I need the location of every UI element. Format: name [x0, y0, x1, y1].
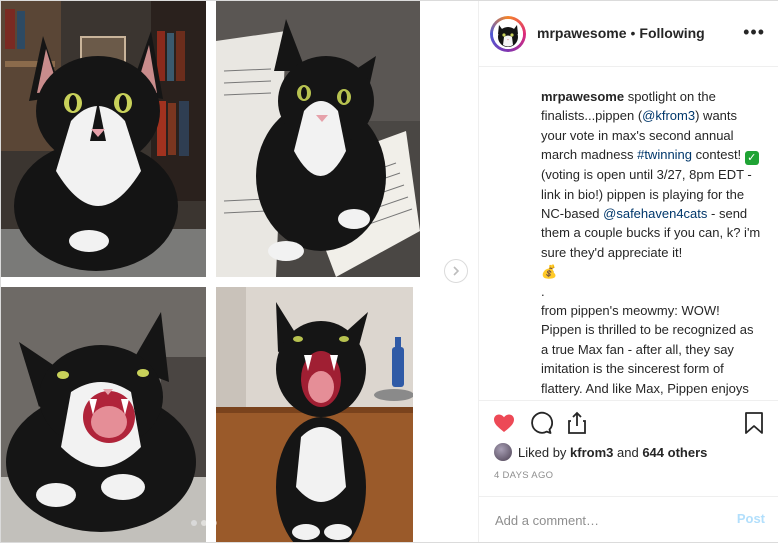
post-actions: Liked by kfrom3 and 644 others 4 DAYS AG…	[479, 400, 778, 542]
bookmark-icon[interactable]	[742, 411, 766, 435]
cat-avatar-icon	[493, 19, 523, 49]
carousel-next-button[interactable]	[444, 259, 468, 283]
post-media-collage[interactable]	[1, 1, 477, 542]
carousel-dot-2	[201, 520, 207, 526]
likes-middle: and	[613, 444, 643, 460]
caption-dot-line: .	[541, 283, 545, 299]
money-bag-emoji-icon: 💰	[541, 264, 558, 280]
comment-input[interactable]	[493, 509, 727, 531]
share-icon[interactable]	[565, 411, 589, 435]
carousel-indicator	[191, 520, 217, 526]
likes-summary: Liked by kfrom3 and 644 others	[494, 443, 707, 461]
photo-cat-on-papers	[216, 1, 420, 277]
chevron-right-icon	[453, 266, 460, 276]
post-timestamp[interactable]: 4 DAYS AGO	[494, 470, 553, 481]
separator-dot: •	[630, 25, 636, 41]
comment-bubble-icon[interactable]	[529, 411, 553, 435]
caption-text-3: contest!	[692, 147, 745, 163]
liker-username[interactable]: kfrom3	[570, 445, 613, 460]
likes-prefix: Liked by	[518, 444, 571, 460]
header-user-info: mrpawesome • Following	[537, 25, 705, 41]
comment-form: Post	[479, 496, 778, 543]
post-comment-button[interactable]: Post	[737, 511, 765, 526]
post-side-panel: mrpawesome • Following ••• mrpawesome sp…	[478, 1, 778, 542]
author-username[interactable]: mrpawesome	[537, 25, 626, 41]
check-mark-emoji-icon: ✓	[744, 151, 759, 166]
post-card: mrpawesome • Following ••• mrpawesome sp…	[0, 0, 778, 543]
post-header: mrpawesome • Following •••	[479, 1, 778, 67]
post-caption: mrpawesome spotlight on the finalists...…	[541, 87, 761, 400]
carousel-dot-3	[211, 520, 217, 526]
following-button[interactable]: Following	[639, 25, 704, 41]
liker-avatar[interactable]	[494, 443, 512, 461]
like-heart-icon[interactable]	[492, 411, 516, 435]
hashtag-twinning-link[interactable]: #twinning	[637, 147, 692, 162]
caption-text-6: from pippen's meowmy: WOW! Pippen is thr…	[541, 303, 754, 396]
likes-text: Liked by kfrom3 and 644 others	[518, 445, 707, 460]
mention-safehaven4cats-link[interactable]: @safehaven4cats	[603, 206, 707, 221]
avatar[interactable]	[490, 16, 526, 52]
carousel-dot-1	[191, 520, 197, 526]
photo-cat-staring	[1, 1, 206, 277]
mention-kfrom3-link[interactable]: @kfrom3	[642, 108, 695, 123]
caption-author[interactable]: mrpawesome	[541, 89, 624, 104]
photo-cat-yawning-closeup	[1, 287, 206, 542]
more-options-icon[interactable]: •••	[743, 23, 765, 41]
photo-cat-yawning-table	[216, 287, 413, 542]
likes-count[interactable]: 644 others	[642, 445, 707, 460]
